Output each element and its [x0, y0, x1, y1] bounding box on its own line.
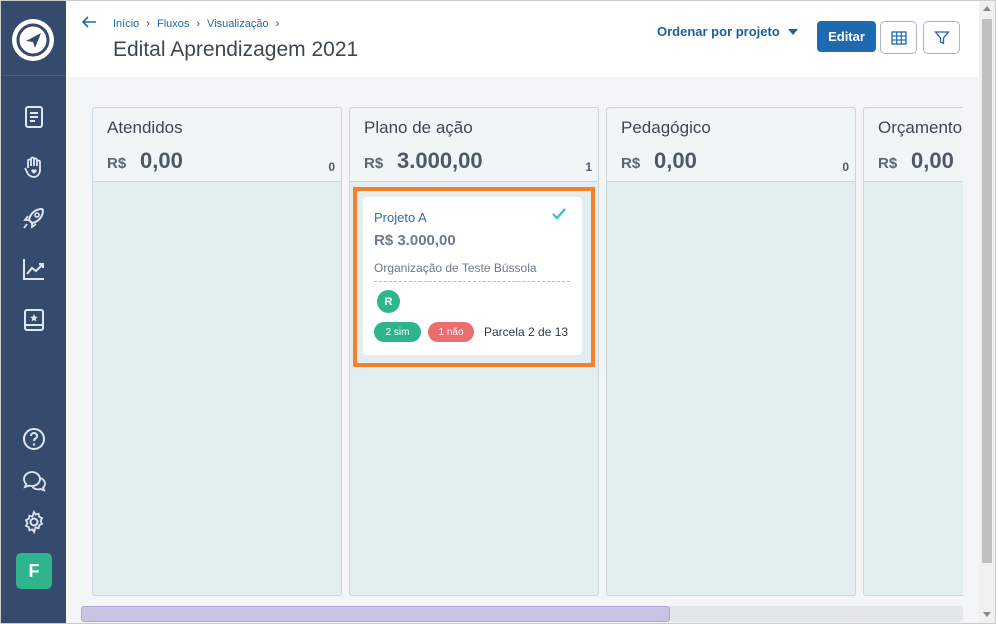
column-total: 0,00: [911, 148, 954, 173]
sidebar: F: [1, 1, 66, 623]
column-title: Atendidos: [107, 118, 183, 137]
check-icon: [552, 208, 566, 220]
edit-button[interactable]: Editar: [817, 21, 876, 52]
column-header: Atendidos R$ 0,00 0: [93, 108, 341, 182]
table-view-button[interactable]: [880, 21, 917, 54]
chart-line-icon[interactable]: [19, 254, 49, 284]
column-header: Orçamento R$ 0,00: [864, 108, 963, 182]
sidebar-divider: [1, 75, 66, 76]
sort-dropdown-label: Ordenar por projeto: [657, 24, 780, 39]
book-star-icon[interactable]: [19, 305, 49, 335]
column-total: 3.000,00: [397, 148, 483, 173]
horizontal-scrollbar-thumb[interactable]: [81, 606, 670, 622]
column-header: Pedagógico R$ 0,00 0: [607, 108, 855, 182]
column-total: 0,00: [654, 148, 697, 173]
settings-icon[interactable]: [19, 507, 49, 537]
breadcrumb-inicio[interactable]: Início: [113, 18, 139, 30]
table-icon: [890, 30, 907, 45]
scroll-down-icon[interactable]: [983, 612, 991, 617]
column-currency: R$: [107, 155, 127, 172]
vertical-scrollbar[interactable]: [979, 1, 995, 623]
sort-dropdown[interactable]: Ordenar por projeto: [657, 24, 798, 39]
card-organization: Organização de Teste Bússola: [374, 261, 537, 275]
column-orcamento: Orçamento R$ 0,00: [863, 107, 963, 596]
filter-icon: [933, 30, 950, 45]
project-card[interactable]: Projeto A R$ 3.000,00 Organização de Tes…: [363, 197, 582, 355]
column-total: 0,00: [140, 148, 183, 173]
filter-button[interactable]: [923, 21, 960, 54]
breadcrumb-fluxos[interactable]: Fluxos: [157, 18, 189, 30]
card-avatar[interactable]: R: [377, 290, 400, 313]
column-count: 0: [842, 160, 849, 174]
column-currency: R$: [621, 155, 641, 172]
user-avatar[interactable]: F: [16, 553, 52, 589]
breadcrumb-separator-icon: ›: [275, 18, 280, 30]
column-count: 1: [585, 160, 592, 174]
vertical-scrollbar-thumb[interactable]: [982, 19, 992, 563]
column-title: Pedagógico: [621, 118, 711, 137]
breadcrumb-separator-icon: ›: [146, 18, 150, 30]
breadcrumb: Início › Fluxos › Visualização ›: [113, 18, 279, 30]
rocket-icon[interactable]: [19, 203, 49, 233]
caret-down-icon: [787, 28, 798, 35]
horizontal-scrollbar[interactable]: [81, 606, 963, 622]
column-title: Orçamento: [878, 118, 963, 137]
back-arrow-icon[interactable]: [80, 13, 98, 31]
card-parcel: Parcela 2 de 13: [484, 325, 569, 339]
app-logo[interactable]: [12, 19, 54, 61]
hand-heart-icon[interactable]: [19, 152, 49, 182]
chat-icon[interactable]: [19, 466, 49, 496]
card-amount: R$ 3.000,00: [374, 232, 456, 249]
column-atendidos: Atendidos R$ 0,00 0: [92, 107, 342, 596]
page-header: Início › Fluxos › Visualização › Edital …: [66, 1, 979, 77]
help-icon[interactable]: [19, 424, 49, 454]
kanban-board: Atendidos R$ 0,00 0 Plano de ação R$ 3.0…: [80, 96, 963, 601]
column-currency: R$: [364, 155, 384, 172]
yes-votes-badge: 2 sim: [374, 322, 421, 342]
no-votes-badge: 1 não: [428, 322, 474, 342]
scroll-up-icon[interactable]: [983, 6, 991, 11]
breadcrumb-separator-icon: ›: [196, 18, 201, 30]
column-pedagogico: Pedagógico R$ 0,00 0: [606, 107, 856, 596]
column-title: Plano de ação: [364, 118, 473, 137]
column-count: 0: [328, 160, 335, 174]
card-divider: [374, 281, 570, 282]
document-icon[interactable]: [19, 102, 49, 132]
page-title: Edital Aprendizagem 2021: [113, 38, 359, 61]
card-title[interactable]: Projeto A: [374, 210, 427, 225]
column-currency: R$: [878, 155, 898, 172]
breadcrumb-visualizacao[interactable]: Visualização: [207, 18, 269, 30]
column-header: Plano de ação R$ 3.000,00 1: [350, 108, 598, 182]
